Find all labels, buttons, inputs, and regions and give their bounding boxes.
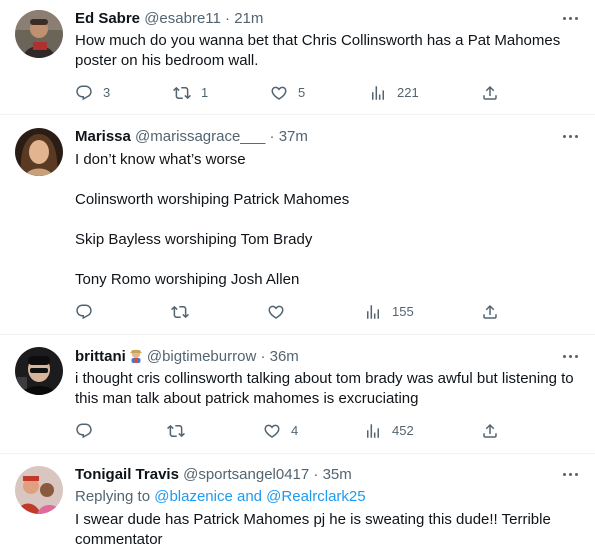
avatar-tonigail-travis[interactable] <box>15 466 63 514</box>
avatar-marissa[interactable] <box>15 128 63 176</box>
reply-button[interactable]: 3 <box>75 83 110 103</box>
like-icon <box>270 84 288 102</box>
separator-dot: · <box>269 128 275 145</box>
tweet-esabre11[interactable]: Ed Sabre @esabre11 · 21m How much do you… <box>0 0 595 114</box>
tweet-timestamp[interactable]: 37m <box>279 128 308 145</box>
tweet-text: I don’t know what’s worse Colinsworth wo… <box>75 151 350 288</box>
like-button[interactable] <box>267 302 295 322</box>
author-name[interactable]: brittani <box>75 348 126 365</box>
reply-icon <box>75 84 93 102</box>
tweet-actions: 4 452 <box>75 421 515 441</box>
tweet-actions: 155 <box>75 302 515 322</box>
tweet-timestamp[interactable]: 36m <box>270 348 299 365</box>
like-icon <box>263 422 281 440</box>
retweet-button[interactable] <box>167 421 195 441</box>
tweet-feed: Ed Sabre @esabre11 · 21m How much do you… <box>0 0 595 553</box>
tweet-timestamp[interactable]: 21m <box>234 10 263 27</box>
retweet-icon <box>173 84 191 102</box>
reply-icon <box>75 422 93 440</box>
like-count: 4 <box>291 423 299 438</box>
like-count: 5 <box>298 85 306 100</box>
separator-dot: · <box>260 348 266 365</box>
share-button[interactable] <box>481 83 499 103</box>
retweet-icon <box>171 303 189 321</box>
reply-icon <box>75 303 93 321</box>
retweet-icon <box>167 422 185 440</box>
views-icon <box>364 303 382 321</box>
tweet-sportsangel0417[interactable]: Tonigail Travis @sportsangel0417 · 35m R… <box>0 454 595 553</box>
author-handle[interactable]: @esabre11 <box>144 10 221 27</box>
avatar-ed-sabre[interactable] <box>15 10 63 58</box>
replying-to: Replying to @blazenice and @Realrclark25 <box>75 487 366 507</box>
views-icon <box>364 422 382 440</box>
views-count: 452 <box>392 423 414 438</box>
more-icon[interactable] <box>561 127 581 147</box>
more-icon[interactable] <box>561 465 581 485</box>
reply-button[interactable] <box>75 302 103 322</box>
reply-count: 3 <box>103 85 111 100</box>
separator-dot: · <box>225 10 231 27</box>
author-name[interactable]: Marissa <box>75 128 131 145</box>
author-handle[interactable]: @sportsangel0417 <box>183 466 309 483</box>
views-icon <box>369 84 387 102</box>
separator-dot: · <box>313 466 319 483</box>
share-icon <box>481 422 499 440</box>
share-icon <box>481 303 499 321</box>
replying-to-users[interactable]: @blazenice and @Realrclark25 <box>154 488 365 505</box>
views-button[interactable]: 155 <box>364 302 414 322</box>
author-name[interactable]: Ed Sabre <box>75 10 140 27</box>
views-count: 155 <box>392 304 414 319</box>
author-name[interactable]: Tonigail Travis <box>75 466 179 483</box>
views-button[interactable]: 452 <box>364 421 414 441</box>
retweet-count: 1 <box>201 85 209 100</box>
retweet-button[interactable]: 1 <box>173 83 208 103</box>
tweet-text: How much do you wanna bet that Chris Col… <box>75 32 565 69</box>
share-icon <box>481 84 499 102</box>
like-button[interactable]: 5 <box>270 83 305 103</box>
retweet-button[interactable] <box>171 302 199 322</box>
views-button[interactable]: 221 <box>369 83 419 103</box>
like-icon <box>267 303 285 321</box>
reply-button[interactable] <box>75 421 103 441</box>
more-icon[interactable] <box>561 9 581 29</box>
replying-to-label: Replying to <box>75 488 151 505</box>
share-button[interactable] <box>481 302 499 322</box>
views-count: 221 <box>397 85 419 100</box>
farmer-emoji-icon <box>129 349 142 363</box>
author-handle[interactable]: @marissagrace___ <box>135 128 265 145</box>
more-icon[interactable] <box>561 347 581 367</box>
tweet-timestamp[interactable]: 35m <box>323 466 352 483</box>
tweet-actions: 3 1 5 221 <box>75 83 515 103</box>
tweet-text: I swear dude has Patrick Mahomes pj he i… <box>75 511 555 548</box>
share-button[interactable] <box>481 421 499 441</box>
tweet-bigtimeburrow[interactable]: brittani @bigtimeburrow · 36m i thought c… <box>0 335 595 453</box>
tweet-text: i thought cris collinsworth talking abou… <box>75 370 578 407</box>
tweet-marissagrace[interactable]: Marissa @marissagrace___ · 37m I don’t k… <box>0 115 595 334</box>
avatar-brittani[interactable] <box>15 347 63 395</box>
like-button[interactable]: 4 <box>263 421 298 441</box>
author-handle[interactable]: @bigtimeburrow <box>147 348 256 365</box>
